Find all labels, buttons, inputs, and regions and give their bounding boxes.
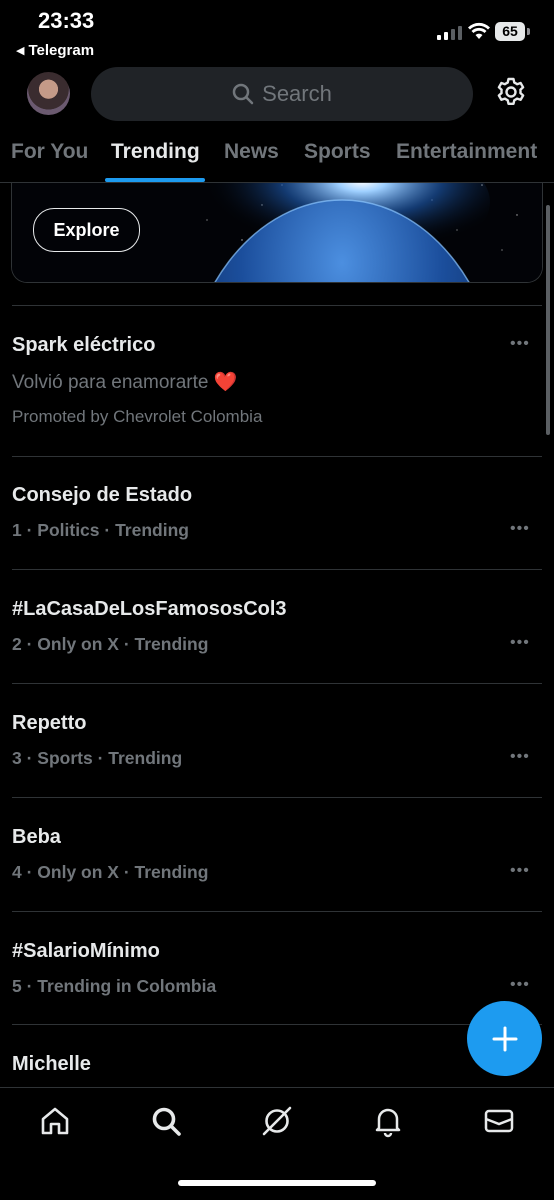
divider — [12, 456, 542, 457]
heart-emoji: ❤️ — [213, 372, 238, 393]
trend-title[interactable]: #LaCasaDeLosFamososCol3 — [12, 598, 287, 621]
divider — [12, 683, 542, 684]
active-tab-indicator — [105, 178, 205, 182]
more-options-icon[interactable]: ••• — [510, 862, 530, 880]
promoted-subtitle: Volvió para enamorarte ❤️ — [12, 372, 238, 393]
more-options-icon[interactable]: ••• — [510, 748, 530, 766]
grok-icon[interactable] — [260, 1104, 294, 1138]
tab-for-you[interactable]: For You — [11, 140, 88, 164]
home-indicator[interactable] — [178, 1180, 376, 1186]
more-options-icon[interactable]: ••• — [510, 634, 530, 652]
back-arrow-icon: ◀ — [16, 45, 25, 57]
tab-entertainment[interactable]: Entertainment — [396, 140, 537, 164]
notifications-icon[interactable] — [371, 1104, 405, 1138]
back-to-app-link[interactable]: ◀ Telegram — [16, 42, 94, 59]
trend-title[interactable]: #SalarioMínimo — [12, 940, 160, 963]
trend-meta: 3 · Sports · Trending — [12, 748, 183, 768]
trend-title[interactable]: Consejo de Estado — [12, 484, 192, 507]
profile-avatar[interactable] — [27, 72, 70, 115]
tab-trending[interactable]: Trending — [111, 140, 200, 164]
trend-title[interactable]: Michelle — [12, 1053, 91, 1076]
plus-icon — [492, 1026, 517, 1051]
cellular-signal-icon — [437, 26, 462, 40]
divider — [12, 1024, 542, 1025]
divider — [12, 797, 542, 798]
tab-sports[interactable]: Sports — [304, 140, 371, 164]
trend-title[interactable]: Beba — [12, 826, 61, 849]
tab-news[interactable]: News — [224, 140, 279, 164]
divider — [12, 911, 542, 912]
more-options-icon[interactable]: ••• — [510, 335, 530, 353]
trend-meta: 4 · Only on X · Trending — [12, 862, 209, 882]
search-bar[interactable]: Search — [91, 67, 473, 121]
home-icon[interactable] — [38, 1104, 72, 1138]
tabs-divider — [0, 182, 554, 183]
divider — [12, 569, 542, 570]
search-placeholder: Search — [262, 81, 332, 106]
promoted-by-label: Promoted by Chevrolet Colombia — [12, 407, 263, 426]
promoted-title: Spark eléctrico — [12, 334, 156, 356]
trend-meta: 1 · Politics · Trending — [12, 520, 189, 540]
wifi-icon — [468, 22, 490, 39]
back-app-label: Telegram — [28, 42, 95, 59]
trend-meta: 2 · Only on X · Trending — [12, 634, 209, 654]
explore-button[interactable]: Explore — [33, 208, 140, 252]
trend-title[interactable]: Repetto — [12, 712, 86, 735]
more-options-icon[interactable]: ••• — [510, 520, 530, 538]
battery-cap — [527, 28, 530, 35]
search-icon — [232, 83, 254, 105]
trend-meta: 5 · Trending in Colombia — [12, 976, 217, 996]
scrollbar[interactable] — [546, 205, 550, 435]
status-time: 23:33 — [38, 8, 95, 33]
messages-icon[interactable] — [482, 1104, 516, 1138]
search-icon[interactable] — [149, 1104, 183, 1138]
compose-post-button[interactable] — [467, 1001, 542, 1076]
settings-gear-icon[interactable] — [495, 76, 527, 108]
battery-level: 65 — [495, 22, 525, 41]
more-options-icon[interactable]: ••• — [510, 976, 530, 994]
